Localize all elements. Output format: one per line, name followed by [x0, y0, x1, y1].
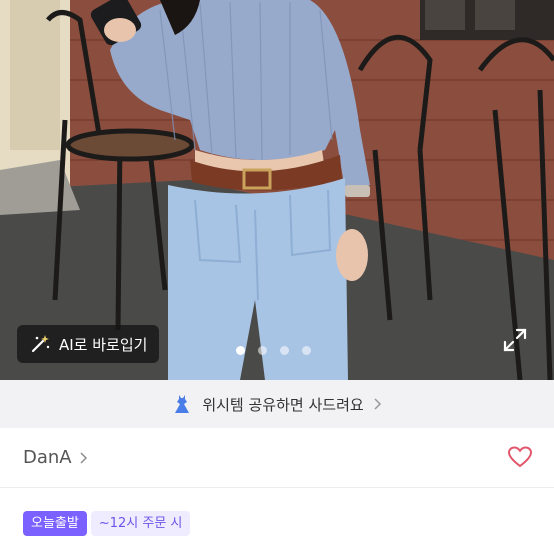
today-shipping-badge: 오늘출발: [23, 511, 87, 536]
seller-name[interactable]: DanA: [23, 447, 72, 468]
carousel-indicator: [236, 346, 311, 355]
carousel-dot-3[interactable]: [280, 346, 289, 355]
magic-wand-icon: [31, 335, 50, 353]
carousel-dot-4[interactable]: [302, 346, 311, 355]
shipping-badges: 오늘출발 ~12시 주문 시: [23, 511, 191, 536]
product-photo[interactable]: [0, 0, 554, 380]
order-cutoff-badge: ~12시 주문 시: [90, 511, 191, 536]
heart-icon[interactable]: [508, 446, 532, 468]
seller-row[interactable]: DanA: [0, 428, 554, 488]
ai-try-on-button[interactable]: AI로 바로입기: [17, 325, 159, 363]
dress-icon: [175, 395, 190, 413]
chevron-right-icon: [80, 452, 87, 464]
ai-try-on-label: AI로 바로입기: [59, 335, 148, 354]
chevron-right-icon: [374, 398, 381, 410]
carousel-dot-1[interactable]: [236, 346, 245, 355]
carousel-dot-2[interactable]: [258, 346, 267, 355]
wish-banner-text: 위시템 공유하면 사드려요: [202, 395, 364, 414]
wish-share-banner[interactable]: 위시템 공유하면 사드려요: [0, 380, 554, 428]
photo-illustration: [0, 0, 554, 380]
expand-icon[interactable]: [503, 328, 527, 352]
